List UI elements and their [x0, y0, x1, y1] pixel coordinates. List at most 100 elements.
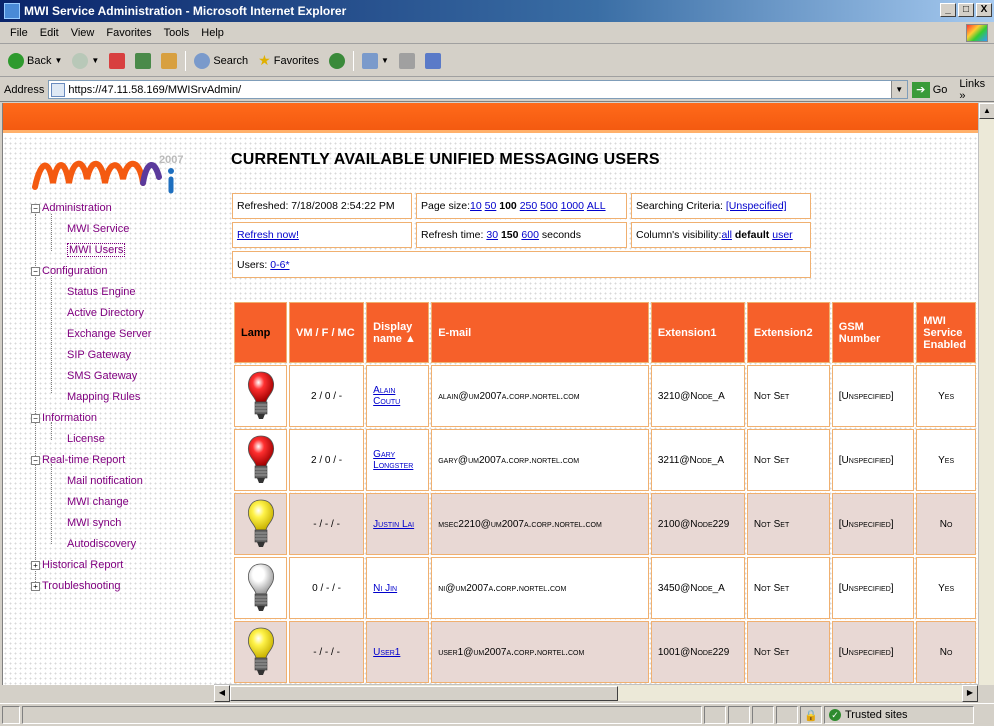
page-size-500[interactable]: 500 [540, 200, 558, 212]
page-size-10[interactable]: 10 [470, 200, 482, 212]
horizontal-scroll-thumb[interactable] [230, 686, 618, 701]
refresh-button[interactable] [133, 52, 153, 69]
col-lamp[interactable]: Lamp [234, 302, 287, 363]
tree-item-mapping-rules[interactable]: Mapping Rules [67, 391, 140, 403]
horizontal-scrollbar[interactable]: ◀ ▶ [214, 684, 978, 702]
users-box: Users: 0-6* [232, 251, 811, 278]
table-row: - / - / - User1 user1@um2007a.corp.norte… [234, 621, 976, 683]
page-size-250[interactable]: 250 [520, 200, 538, 212]
col-extension2[interactable]: Extension2 [746, 302, 830, 363]
tree-item-mwi-users[interactable]: MWI Users [67, 243, 126, 257]
tree-item-information[interactable]: − Information [31, 412, 97, 424]
col-email[interactable]: E-mail [431, 302, 649, 363]
users-range-link[interactable]: 0-6* [270, 259, 289, 271]
col-extension1[interactable]: Extension1 [650, 302, 745, 363]
search-criteria-link[interactable]: [Unspecified] [726, 200, 787, 212]
col-mwi-enabled[interactable]: MWI Service Enabled [916, 302, 976, 363]
go-label: Go [932, 83, 948, 96]
gsm-cell: [Unspecified] [831, 365, 915, 427]
collapse-icon: − [31, 203, 40, 213]
go-button[interactable]: ➔ Go [911, 81, 948, 98]
minimize-button[interactable]: _ [940, 3, 956, 17]
vertical-scrollbar[interactable]: ▲ [978, 103, 994, 685]
vm-cell: 2 / 0 / - [289, 365, 365, 427]
gsm-cell: [Unspecified] [831, 493, 915, 555]
refresh-time-30[interactable]: 30 [486, 229, 498, 241]
lamp-cell [234, 557, 287, 619]
menu-edit[interactable]: Edit [34, 27, 65, 39]
display-name-cell: Ni Jin [366, 557, 430, 619]
tree-item-mwi-synch[interactable]: MWI synch [67, 517, 121, 529]
orange-banner [3, 103, 978, 133]
mail-button[interactable]: ▼ [360, 52, 391, 69]
visibility-all[interactable]: all [721, 229, 732, 241]
display-name-link[interactable]: User1 [373, 647, 400, 658]
refresh-now-link[interactable]: Refresh now! [237, 229, 299, 241]
page-viewport: 2007 − Administration MWI Service MWI Use… [2, 103, 978, 685]
tree-item-active-directory[interactable]: Active Directory [67, 307, 144, 319]
scroll-right-icon[interactable]: ▶ [962, 685, 978, 702]
status-bar: 🔒 ✓ Trusted sites [0, 703, 994, 726]
display-name-link[interactable]: Alain Coutu [373, 385, 400, 407]
page-size-50[interactable]: 50 [485, 200, 497, 212]
tree-item-configuration[interactable]: − Configuration [31, 265, 107, 277]
page-size-all[interactable]: ALL [587, 200, 606, 212]
tree-item-realtime-report[interactable]: − Real-time Report [31, 454, 125, 466]
menu-favorites[interactable]: Favorites [100, 27, 157, 39]
tree-item-status-engine[interactable]: Status Engine [67, 286, 136, 298]
forward-button[interactable]: ▼ [70, 52, 101, 69]
menu-view[interactable]: View [65, 27, 101, 39]
scroll-up-icon[interactable]: ▲ [979, 103, 994, 119]
print-button[interactable] [397, 52, 417, 69]
menu-tools[interactable]: Tools [158, 27, 196, 39]
menu-file[interactable]: File [4, 27, 34, 39]
refresh-time-600[interactable]: 600 [521, 229, 539, 241]
extension2-cell: Not Set [746, 493, 830, 555]
lamp-cell [234, 365, 287, 427]
tree-item-mwi-change[interactable]: MWI change [67, 496, 129, 508]
links-button[interactable]: Links » [959, 78, 994, 102]
display-name-cell: Gary Longster [366, 429, 430, 491]
visibility-user[interactable]: user [772, 229, 792, 241]
edit-button[interactable] [423, 52, 443, 69]
security-zone[interactable]: ✓ Trusted sites [824, 706, 974, 724]
maximize-button[interactable]: □ [958, 3, 974, 17]
stop-button[interactable] [107, 52, 127, 69]
close-button[interactable]: X [976, 3, 992, 17]
address-input[interactable]: https://47.11.58.169/MWISrvAdmin/ ▼ [48, 80, 908, 99]
tree-item-exchange-server[interactable]: Exchange Server [67, 328, 151, 340]
tree-item-mwi-service[interactable]: MWI Service [67, 223, 129, 235]
tree-item-license[interactable]: License [67, 433, 105, 445]
extension2-cell: Not Set [746, 365, 830, 427]
col-gsm-number[interactable]: GSM Number [831, 302, 915, 363]
address-url: https://47.11.58.169/MWISrvAdmin/ [68, 83, 242, 96]
tree-item-sip-gateway[interactable]: SIP Gateway [67, 349, 131, 361]
display-name-link[interactable]: Ni Jin [373, 583, 397, 594]
back-button[interactable]: Back ▼ [6, 52, 64, 69]
page-title: CURRENTLY AVAILABLE UNIFIED MESSAGING US… [231, 151, 660, 168]
tree-item-troubleshooting[interactable]: + Troubleshooting [31, 580, 120, 592]
page-icon [51, 82, 66, 97]
col-display-name[interactable]: Display name ▲ [366, 302, 430, 363]
tree-item-historical-report[interactable]: + Historical Report [31, 559, 123, 571]
media-button[interactable] [327, 52, 347, 69]
tree-item-mail-notification[interactable]: Mail notification [67, 475, 143, 487]
page-size-1000[interactable]: 1000 [561, 200, 584, 212]
address-dropdown-icon[interactable]: ▼ [890, 81, 907, 98]
home-button[interactable] [159, 52, 179, 69]
refreshed-box: Refreshed: 7/18/2008 2:54:22 PM [232, 193, 412, 219]
tree-item-administration[interactable]: − Administration [31, 202, 112, 214]
display-name-link[interactable]: Justin Lai [373, 519, 414, 530]
tree-item-sms-gateway[interactable]: SMS Gateway [67, 370, 137, 382]
display-name-link[interactable]: Gary Longster [373, 449, 413, 471]
users-table: Lamp VM / F / MC Display name ▲ E-mail E… [232, 300, 978, 685]
favorites-button[interactable]: ★ Favorites [256, 52, 321, 69]
search-button[interactable]: Search [192, 52, 250, 69]
menu-help[interactable]: Help [195, 27, 230, 39]
scroll-left-icon[interactable]: ◀ [214, 685, 230, 702]
vm-cell: 2 / 0 / - [289, 429, 365, 491]
tree-item-autodiscovery[interactable]: Autodiscovery [67, 538, 136, 550]
col-vm[interactable]: VM / F / MC [289, 302, 365, 363]
logo-year: 2007 [159, 154, 183, 166]
window-title: MWI Service Administration - Microsoft I… [24, 4, 347, 18]
